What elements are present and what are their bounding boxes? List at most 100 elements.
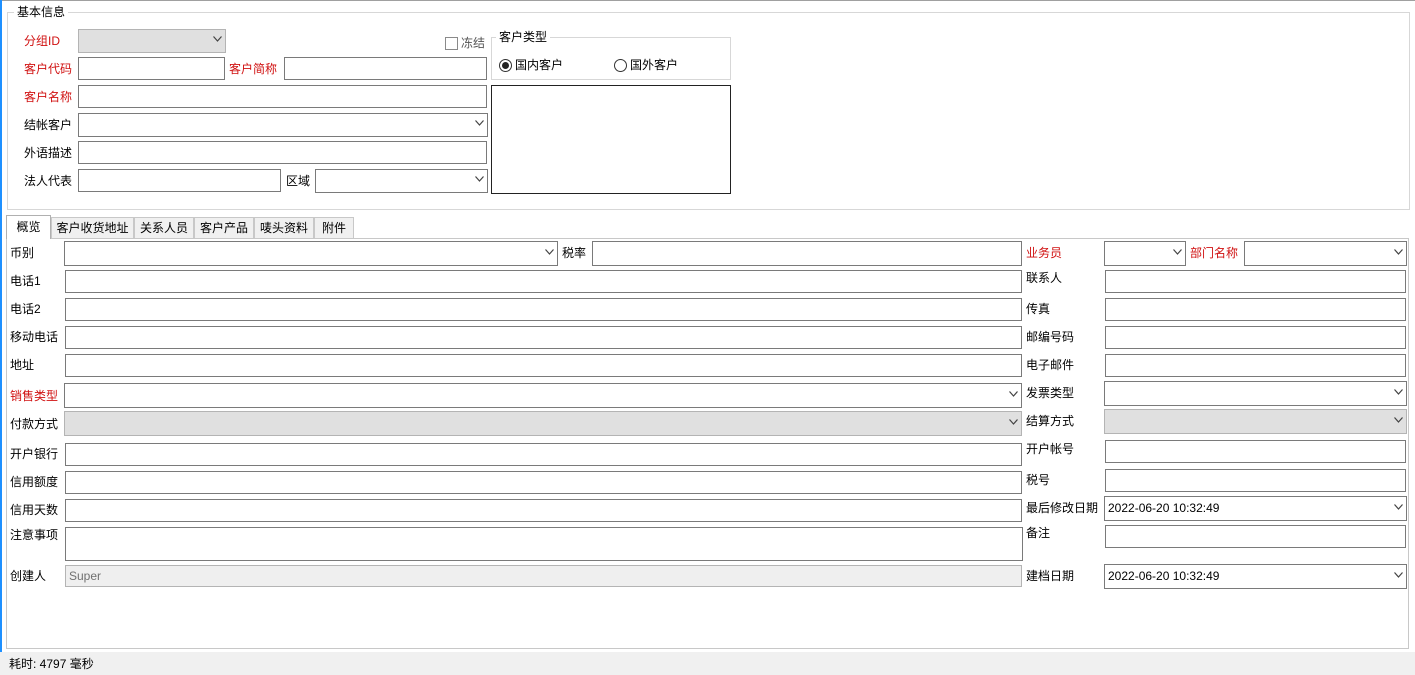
fax-input[interactable] — [1105, 298, 1406, 321]
customer-code-input[interactable] — [78, 57, 225, 80]
customer-type-title: 客户类型 — [496, 30, 551, 44]
chevron-down-icon — [475, 176, 484, 184]
last-modified-label: 最后修改日期 — [1026, 501, 1099, 515]
chevron-down-icon — [1394, 417, 1403, 425]
tax-rate-label: 税率 — [562, 246, 587, 260]
tax-no-input[interactable] — [1105, 469, 1406, 492]
payment-method-label: 付款方式 — [10, 417, 59, 431]
customer-name-label: 客户名称 — [24, 90, 73, 104]
dept-name-select[interactable] — [1244, 241, 1407, 266]
chevron-down-icon — [545, 249, 554, 257]
contact-label: 联系人 — [1026, 271, 1063, 285]
group-id-label: 分组ID — [24, 34, 61, 48]
created-date-label: 建档日期 — [1026, 569, 1075, 583]
postal-code-input[interactable] — [1105, 326, 1406, 349]
settlement-method-select[interactable] — [1104, 409, 1407, 434]
account-no-input[interactable] — [1105, 440, 1406, 463]
credit-limit-input[interactable] — [65, 471, 1022, 494]
phone2-input[interactable] — [65, 298, 1022, 321]
region-label: 区域 — [286, 174, 311, 188]
status-bar: 耗时: 4797 毫秒 — [0, 652, 1415, 675]
freeze-checkbox[interactable] — [445, 37, 458, 50]
sales-type-label: 销售类型 — [10, 389, 59, 403]
notes-textarea[interactable] — [65, 527, 1023, 561]
foreign-customer-label: 国外客户 — [630, 58, 679, 72]
email-input[interactable] — [1105, 354, 1406, 377]
currency-label: 币别 — [10, 246, 35, 260]
settle-customer-label: 结帐客户 — [24, 118, 73, 132]
chevron-down-icon — [1394, 249, 1403, 257]
creator-input[interactable]: Super — [65, 565, 1022, 587]
chevron-down-icon — [1009, 419, 1018, 427]
tab-contacts[interactable]: 关系人员 — [134, 217, 194, 239]
salesperson-label: 业务员 — [1026, 246, 1063, 260]
mobile-label: 移动电话 — [10, 330, 59, 344]
window-left-accent — [0, 0, 2, 675]
chevron-down-icon — [475, 120, 484, 128]
basic-info-title: 基本信息 — [14, 5, 69, 19]
tab-attachments[interactable]: 附件 — [314, 217, 354, 239]
chevron-down-icon — [1394, 572, 1403, 580]
customer-image-box[interactable] — [491, 85, 731, 194]
legal-rep-input[interactable] — [78, 169, 281, 192]
credit-days-input[interactable] — [65, 499, 1022, 522]
phone1-label: 电话1 — [10, 274, 41, 288]
chevron-down-icon — [213, 36, 222, 44]
currency-select[interactable] — [64, 241, 558, 266]
customer-name-input[interactable] — [78, 85, 487, 108]
chevron-down-icon — [1394, 389, 1403, 397]
legal-rep-label: 法人代表 — [24, 174, 73, 188]
region-select[interactable] — [315, 169, 488, 193]
settlement-method-label: 结算方式 — [1026, 414, 1075, 428]
group-id-select[interactable] — [78, 29, 226, 53]
email-label: 电子邮件 — [1026, 358, 1075, 372]
domestic-customer-label: 国内客户 — [515, 58, 564, 72]
customer-abbr-input[interactable] — [284, 57, 487, 80]
settle-customer-select[interactable] — [78, 113, 488, 137]
credit-days-label: 信用天数 — [10, 503, 59, 517]
foreign-desc-input[interactable] — [78, 141, 487, 164]
address-label: 地址 — [10, 358, 35, 372]
contact-input[interactable] — [1105, 270, 1406, 293]
address-input[interactable] — [65, 354, 1022, 377]
chevron-down-icon — [1009, 391, 1018, 399]
bank-input[interactable] — [65, 443, 1022, 466]
tab-shipping-marks[interactable]: 唛头资料 — [254, 217, 314, 239]
last-modified-datepicker[interactable]: 2022-06-20 10:32:49 — [1104, 496, 1407, 521]
dept-name-label: 部门名称 — [1190, 246, 1239, 260]
account-no-label: 开户帐号 — [1026, 442, 1075, 456]
phone1-input[interactable] — [65, 270, 1022, 293]
tab-customer-products[interactable]: 客户产品 — [194, 217, 254, 239]
freeze-label: 冻结 — [461, 36, 486, 50]
chevron-down-icon — [1394, 504, 1403, 512]
postal-code-label: 邮编号码 — [1026, 330, 1075, 344]
mobile-input[interactable] — [65, 326, 1022, 349]
remark-label: 备注 — [1026, 526, 1051, 540]
invoice-type-select[interactable] — [1104, 381, 1407, 406]
remark-input[interactable] — [1105, 525, 1406, 548]
creator-label: 创建人 — [10, 569, 47, 583]
elapsed-time-text: 耗时: 4797 毫秒 — [9, 657, 94, 671]
window-top-border — [0, 0, 1415, 1]
customer-code-label: 客户代码 — [24, 62, 73, 76]
tab-shipping-address[interactable]: 客户收货地址 — [51, 217, 134, 239]
customer-abbr-label: 客户简称 — [229, 62, 278, 76]
fax-label: 传真 — [1026, 302, 1051, 316]
created-date-value: 2022-06-20 10:32:49 — [1108, 569, 1220, 583]
last-modified-value: 2022-06-20 10:32:49 — [1108, 501, 1220, 515]
phone2-label: 电话2 — [10, 302, 41, 316]
notes-label: 注意事项 — [10, 528, 59, 542]
foreign-desc-label: 外语描述 — [24, 146, 73, 160]
sales-type-select[interactable] — [64, 383, 1022, 408]
created-date-datepicker[interactable]: 2022-06-20 10:32:49 — [1104, 564, 1407, 589]
payment-method-select[interactable] — [64, 411, 1022, 436]
foreign-customer-radio[interactable] — [614, 59, 627, 72]
tax-rate-input[interactable] — [592, 241, 1022, 266]
tax-no-label: 税号 — [1026, 473, 1051, 487]
invoice-type-label: 发票类型 — [1026, 386, 1075, 400]
salesperson-select[interactable] — [1104, 241, 1186, 266]
tab-overview[interactable]: 概览 — [6, 215, 51, 239]
chevron-down-icon — [1173, 249, 1182, 257]
domestic-customer-radio[interactable] — [499, 59, 512, 72]
credit-limit-label: 信用额度 — [10, 475, 59, 489]
